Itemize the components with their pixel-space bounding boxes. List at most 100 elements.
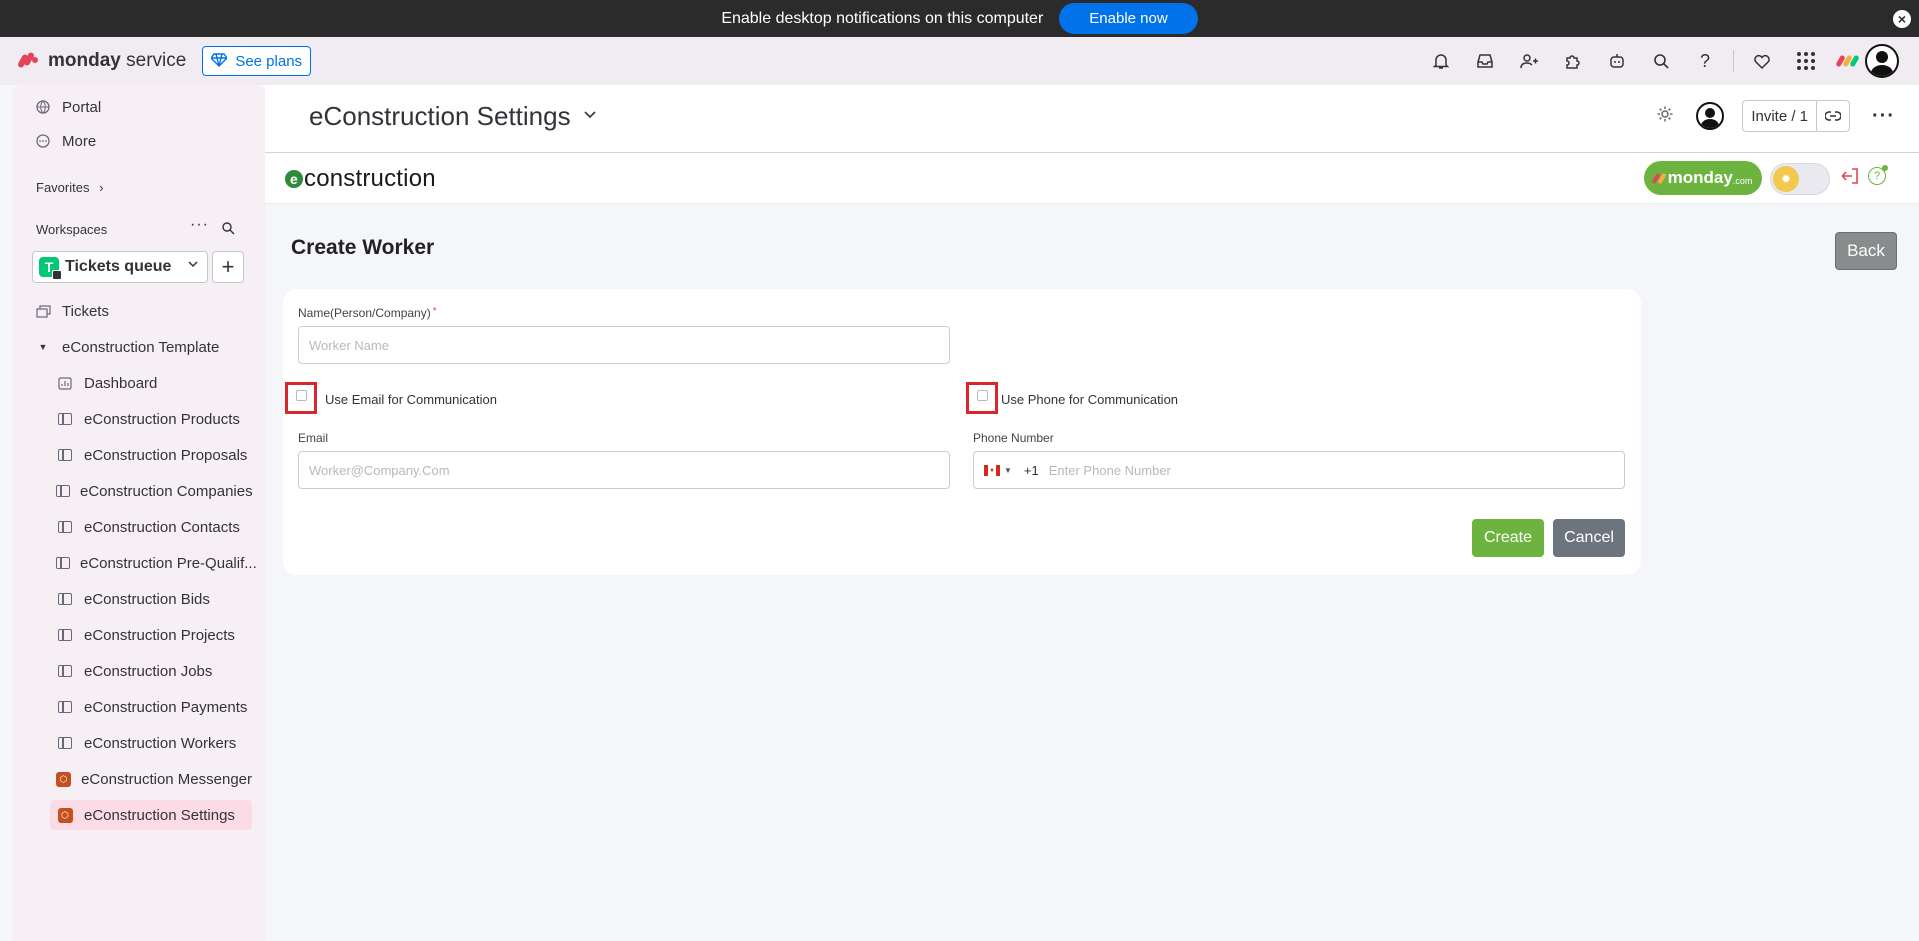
apps-icon[interactable] (1551, 37, 1595, 85)
sidebar-item-tickets[interactable]: Tickets (34, 296, 274, 326)
sidebar-item-econstruction-settings[interactable]: ⬡ eConstruction Settings (50, 800, 252, 830)
chevron-right-icon: › (99, 180, 104, 195)
close-notification-icon[interactable]: × (1893, 10, 1911, 28)
user-avatar[interactable] (1865, 44, 1899, 78)
sidebar-item-econstruction-bids[interactable]: eConstruction Bids (50, 584, 252, 614)
see-plans-button[interactable]: See plans (202, 46, 312, 76)
more-options-icon[interactable]: ··· (1872, 105, 1895, 128)
favorites-header[interactable]: Favorites › (36, 180, 103, 195)
favorites-label: Favorites (36, 180, 90, 195)
tickets-icon (34, 302, 52, 320)
sidebar-item-econstruction-payments[interactable]: eConstruction Payments (50, 692, 252, 722)
app-icon: ⬡ (56, 806, 74, 824)
email-input[interactable]: Worker@Company.Com (298, 451, 950, 489)
use-email-checkbox-highlight (285, 382, 317, 414)
sidebar-item-econstruction-companies[interactable]: eConstruction Companies (50, 476, 253, 506)
sidebar-item-label: More (62, 132, 97, 150)
sidebar-item-econstruction-proposals[interactable]: eConstruction Proposals (50, 440, 252, 470)
invite-members-icon[interactable] (1507, 37, 1551, 85)
feedback-heart-icon[interactable] (1740, 37, 1784, 85)
board-member-avatar[interactable] (1696, 102, 1725, 130)
divider (1733, 50, 1734, 72)
bell-icon[interactable] (1419, 37, 1463, 85)
app-icon: ⬡ (56, 770, 72, 788)
sidebar-item-label: Tickets (62, 302, 109, 320)
workspaces-label: Workspaces (36, 222, 108, 237)
workspace-options-icon[interactable]: ··· (190, 216, 209, 234)
country-code-selector[interactable]: ♦ ▼ +1 (984, 463, 1049, 478)
monday-link-button[interactable]: monday .com (1644, 161, 1762, 195)
board-icon (56, 590, 74, 608)
portal-icon (34, 98, 52, 116)
notification-text: Enable desktop notifications on this com… (721, 9, 1044, 27)
sidebar-item-econstruction-jobs[interactable]: eConstruction Jobs (50, 656, 252, 686)
sun-icon: ✹ (1773, 166, 1799, 192)
board-title[interactable]: eConstruction Settings (309, 101, 597, 132)
help-icon[interactable]: ? (1683, 37, 1727, 85)
product-name: monday service (48, 50, 187, 71)
theme-toggle[interactable]: ✹ (1770, 163, 1830, 195)
chevron-down-icon (583, 107, 597, 126)
board-icon (56, 626, 74, 644)
link-icon[interactable] (1817, 111, 1849, 121)
sidebar-item-label: eConstruction Jobs (84, 662, 213, 680)
create-worker-form: Name(Person/Company) * Worker Name Use Em… (283, 289, 1641, 575)
gear-icon[interactable] (1656, 105, 1674, 128)
sidebar-item-portal[interactable]: Portal (34, 92, 274, 122)
workspace-badge: T (39, 257, 62, 280)
sidebar-item-econstruction-workers[interactable]: eConstruction Workers (50, 728, 252, 758)
sidebar-item-label: eConstruction Contacts (84, 518, 240, 536)
create-button[interactable]: Create (1472, 519, 1544, 557)
board-icon (56, 698, 74, 716)
board-icon (56, 734, 74, 752)
sidebar-item-econstruction-contacts[interactable]: eConstruction Contacts (50, 512, 252, 542)
back-button[interactable]: Back (1835, 232, 1897, 270)
sidebar-item-econstruction-messenger[interactable]: ⬡ eConstruction Messenger (50, 764, 252, 794)
header-icons: ? (1419, 37, 1899, 85)
sidebar-item-more[interactable]: More (34, 126, 274, 156)
sidebar-item-label: Portal (62, 98, 102, 116)
add-workspace-item-button[interactable]: + (212, 251, 244, 283)
board-header-actions: Invite / 1 ··· (1656, 100, 1895, 132)
sidebar-item-label: eConstruction Bids (84, 590, 210, 608)
diamond-icon (210, 52, 229, 70)
folder-econstruction-template[interactable]: ▼ eConstruction Template (34, 332, 274, 362)
sidebar-item-econstruction-pre-qualif[interactable]: eConstruction Pre-Qualif... (50, 548, 257, 578)
workspace-selector[interactable]: T Tickets queue (32, 251, 208, 283)
board-icon (56, 482, 70, 500)
phone-input[interactable]: ♦ ▼ +1 Enter Phone Number (973, 451, 1625, 489)
worker-name-input[interactable]: Worker Name (298, 326, 950, 364)
caret-down-icon: ▼ (38, 342, 48, 352)
invite-button[interactable]: Invite / 1 (1742, 100, 1851, 132)
workspace-search-icon[interactable] (221, 221, 235, 238)
logo-letter: e (285, 170, 303, 188)
notification-bar: Enable desktop notifications on this com… (0, 0, 1919, 37)
use-phone-checkbox[interactable] (977, 390, 988, 401)
logout-icon[interactable] (1841, 168, 1859, 189)
cancel-button[interactable]: Cancel (1553, 519, 1625, 557)
dashboard-icon (56, 374, 74, 392)
monday-logo-icon[interactable] (1835, 54, 1860, 68)
see-plans-label: See plans (235, 52, 303, 70)
inbox-icon[interactable] (1463, 37, 1507, 85)
phone-country-code: +1 (1023, 462, 1039, 478)
use-email-label: Use Email for Communication (325, 392, 497, 407)
search-icon[interactable] (1639, 37, 1683, 85)
ai-bot-icon[interactable] (1595, 37, 1639, 85)
phone-field-label: Phone Number (973, 431, 1054, 445)
help-circle-icon[interactable]: ? (1868, 165, 1888, 185)
sidebar-item-econstruction-projects[interactable]: eConstruction Projects (50, 620, 252, 650)
logo-text: construction (304, 165, 436, 192)
enable-notifications-button[interactable]: Enable now (1059, 3, 1198, 34)
board-icon (56, 410, 74, 428)
sidebar-item-label: eConstruction Products (84, 410, 240, 428)
sidebar-item-label: eConstruction Pre-Qualif... (80, 554, 257, 572)
use-email-checkbox[interactable] (296, 390, 307, 401)
sidebar-item-dashboard[interactable]: Dashboard (50, 368, 252, 398)
app-launcher-icon[interactable] (1784, 37, 1828, 85)
email-field-label: Email (298, 431, 329, 445)
brand[interactable]: monday service (16, 49, 187, 73)
board-icon (56, 662, 74, 680)
sidebar-item-econstruction-products[interactable]: eConstruction Products (50, 404, 252, 434)
monday-pill-suffix: .com (1732, 176, 1753, 186)
